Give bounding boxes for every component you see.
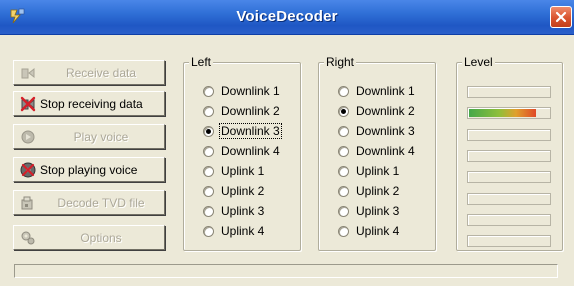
radio-button[interactable] [203,146,214,157]
left-option-label: Downlink 4 [221,144,280,158]
options-button[interactable]: Options [13,225,165,250]
left-option-label: Downlink 3 [219,123,282,139]
radio-button[interactable] [338,146,349,157]
right-group-label: Right [324,55,357,69]
level-meter-5 [467,171,551,183]
radio-button[interactable] [203,86,214,97]
stop-receiving-data-label: Stop receiving data [40,97,143,111]
right-option-label: Downlink 4 [356,144,415,158]
right-option-label: Downlink 1 [356,84,415,98]
radio-button[interactable] [203,206,214,217]
right-option-label: Downlink 3 [356,124,415,138]
stop-playing-voice-label: Stop playing voice [40,163,138,177]
title-bar[interactable]: VoiceDecoder [0,0,574,35]
options-label: Options [80,231,122,245]
left-option-label: Uplink 3 [221,204,265,218]
radio-button-selected[interactable] [338,106,349,117]
right-option-label: Uplink 4 [356,224,400,238]
radio-button[interactable] [338,206,349,217]
stop-receive-icon [20,96,36,112]
receive-data-button[interactable]: Receive data [13,60,165,85]
radio-button[interactable] [203,186,214,197]
radio-button[interactable] [338,86,349,97]
level-meter-4 [467,150,551,162]
play-voice-button[interactable]: Play voice [13,124,165,149]
radio-button[interactable] [203,106,214,117]
left-option-label: Uplink 2 [221,184,265,198]
left-option-label: Uplink 4 [221,224,265,238]
stop-play-icon [20,162,36,178]
left-group: Left Downlink 1 Downlink 2 Downlink 3 Do… [183,55,301,251]
left-option-label: Downlink 2 [221,104,280,118]
level-meter-7 [467,214,551,226]
level-meter-8 [467,235,551,247]
receive-data-label: Receive data [65,66,137,80]
decode-tvd-file-label: Decode TVD file [57,196,145,210]
options-icon [21,231,35,245]
level-meter-2 [467,107,551,119]
right-option-label: Uplink 3 [356,204,400,218]
radio-button[interactable] [338,226,349,237]
level-group: Level [456,55,563,251]
window-title: VoiceDecoder [236,8,338,25]
radio-button[interactable] [338,186,349,197]
receive-icon [21,67,35,79]
decode-file-icon [21,196,33,210]
play-voice-label: Play voice [73,130,129,144]
level-meter-6 [467,193,551,205]
right-option-label: Uplink 2 [356,184,400,198]
left-option-label: Uplink 1 [221,164,265,178]
level-meter-3 [467,129,551,141]
radio-button[interactable] [338,166,349,177]
right-option-label: Downlink 2 [356,104,415,118]
right-option-label: Uplink 1 [356,164,400,178]
radio-button-selected[interactable] [203,126,214,137]
radio-button[interactable] [338,126,349,137]
radio-button[interactable] [203,166,214,177]
left-option-label: Downlink 1 [221,84,280,98]
level-meter-1 [467,86,551,98]
close-icon [555,11,567,23]
status-bar [14,264,558,278]
play-voice-icon [21,130,35,144]
level-group-label: Level [462,55,495,69]
right-group: Right Downlink 1 Downlink 2 Downlink 3 D… [318,55,436,251]
voicedecoder-window: VoiceDecoder Receive data Stop receiving… [0,0,574,286]
decode-tvd-file-button[interactable]: Decode TVD file [13,190,165,215]
radio-button[interactable] [203,226,214,237]
stop-playing-voice-button[interactable]: Stop playing voice [13,157,165,182]
level-meter-fill [469,109,536,117]
close-button[interactable] [550,6,572,28]
left-group-label: Left [189,55,214,69]
stop-receiving-data-button[interactable]: Stop receiving data [13,91,165,116]
